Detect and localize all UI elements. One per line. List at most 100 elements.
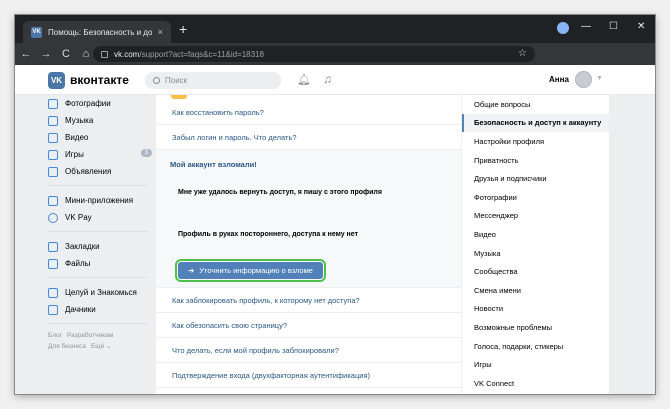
faq-expanded-question: Мой аккаунт взломали! Мне уже удалось ве… bbox=[156, 150, 461, 288]
vk-logo-icon[interactable]: VK bbox=[48, 72, 65, 89]
media-control-icon[interactable] bbox=[557, 22, 569, 34]
footer-link-more[interactable]: Ещё ⌄ bbox=[91, 343, 112, 350]
back-button[interactable]: ← bbox=[17, 48, 35, 60]
faq-question[interactable]: Подтверждение входа (двухфакторная аутен… bbox=[156, 363, 461, 388]
left-menu-item-music[interactable]: Музыка bbox=[48, 112, 158, 129]
category-privacy[interactable]: Приватность bbox=[462, 151, 609, 170]
browser-tab[interactable]: VK Помощь: Безопасность и досту × bbox=[23, 21, 171, 43]
vk-header: VK вконтакте Поиск 🔔︎ ♫ Анна ▼ bbox=[15, 65, 655, 95]
footer-links: Блог Разработчикам Для бизнеса Ещё ⌄ bbox=[48, 330, 158, 352]
category-communities[interactable]: Сообщества bbox=[462, 262, 609, 281]
site-name[interactable]: вконтакте bbox=[70, 73, 129, 87]
category-video[interactable]: Видео bbox=[462, 225, 609, 244]
menu-label: Файлы bbox=[65, 259, 91, 268]
video-icon bbox=[48, 132, 58, 143]
menu-divider bbox=[48, 277, 148, 278]
games-icon bbox=[48, 149, 58, 160]
left-menu-item-mini-apps[interactable]: Мини-приложения bbox=[48, 192, 158, 209]
category-music[interactable]: Музыка bbox=[462, 244, 609, 263]
expanded-question-title[interactable]: Мой аккаунт взломали! bbox=[170, 160, 449, 169]
app-icon bbox=[48, 304, 58, 315]
category-name-change[interactable]: Смена имени bbox=[462, 281, 609, 300]
music-player-icon[interactable]: ♫ bbox=[323, 72, 332, 86]
minimize-button[interactable]: — bbox=[581, 21, 591, 32]
menu-divider bbox=[48, 185, 148, 186]
footer-link-blog[interactable]: Блог bbox=[48, 332, 62, 339]
footer-link-developers[interactable]: Разработчикам bbox=[67, 332, 113, 339]
faq-question[interactable]: Что делать, если мой профиль заблокирова… bbox=[156, 338, 461, 363]
menu-label: Целуй и Знакомься bbox=[65, 288, 137, 297]
chevron-down-icon[interactable]: ▼ bbox=[596, 75, 603, 82]
category-games[interactable]: Игры bbox=[462, 355, 609, 374]
close-window-button[interactable]: ✕ bbox=[637, 21, 645, 32]
menu-label: VK Pay bbox=[65, 213, 92, 222]
menu-label: Мини-приложения bbox=[65, 196, 134, 205]
tab-title: Помощь: Безопасность и досту bbox=[48, 27, 152, 37]
left-menu-item-app-kiss[interactable]: Целуй и Знакомься bbox=[48, 284, 158, 301]
menu-label: Объявления bbox=[65, 167, 112, 176]
bookmarks-icon bbox=[48, 241, 58, 252]
expanded-option[interactable]: Мне уже удалось вернуть доступ, я пишу с… bbox=[178, 189, 449, 196]
maximize-button[interactable]: ☐ bbox=[609, 21, 618, 32]
category-general[interactable]: Общие вопросы bbox=[462, 95, 609, 114]
faq-content: Как восстановить пароль? Забыл логин и п… bbox=[156, 95, 461, 394]
menu-label: Закладки bbox=[65, 242, 100, 251]
vkpay-icon bbox=[48, 212, 58, 223]
expanded-option[interactable]: Профиль в руках постороннего, доступа к … bbox=[178, 231, 449, 238]
faq-question[interactable]: Как восстановить пароль? bbox=[156, 95, 461, 125]
url-text[interactable]: vk.com/support?act=faqs&c=11&id=18318 bbox=[114, 50, 264, 59]
games-counter-badge: 3 bbox=[140, 149, 152, 157]
button-label: Уточнить информацию о взломе bbox=[199, 266, 313, 275]
menu-divider bbox=[48, 231, 148, 232]
new-tab-button[interactable]: + bbox=[179, 22, 187, 36]
menu-label: Видео bbox=[65, 133, 89, 142]
avatar[interactable] bbox=[575, 71, 592, 88]
tab-close-icon[interactable]: × bbox=[158, 27, 163, 37]
category-problems[interactable]: Возможные проблемы bbox=[462, 318, 609, 337]
reload-button[interactable]: C bbox=[57, 48, 75, 60]
category-votes-gifts[interactable]: Голоса, подарки, стикеры bbox=[462, 337, 609, 356]
help-categories-menu: Общие вопросы Безопасность и доступ к ак… bbox=[462, 95, 609, 394]
category-vk-connect[interactable]: VK Connect bbox=[462, 374, 609, 393]
bookmark-star-icon[interactable]: ☆ bbox=[518, 48, 527, 59]
search-input[interactable]: Поиск bbox=[145, 72, 281, 89]
music-icon bbox=[48, 115, 58, 126]
footer-link-business[interactable]: Для бизнеса bbox=[48, 343, 86, 350]
lock-icon[interactable] bbox=[101, 50, 108, 58]
left-menu-item-app-dachniki[interactable]: Дачники bbox=[48, 301, 158, 318]
faq-question[interactable]: Как заблокировать профиль, к которому не… bbox=[156, 288, 461, 313]
browser-toolbar: ← → C ⌂ vk.com/support?act=faqs&c=11&id=… bbox=[15, 43, 655, 65]
menu-label: Дачники bbox=[65, 305, 96, 314]
left-menu-item-bookmarks[interactable]: Закладки bbox=[48, 238, 158, 255]
notifications-bell-icon[interactable]: 🔔︎ bbox=[297, 73, 311, 86]
menu-label: Игры bbox=[65, 150, 84, 159]
accent-marker bbox=[171, 95, 187, 99]
category-news[interactable]: Новости bbox=[462, 300, 609, 319]
files-icon bbox=[48, 258, 58, 269]
left-menu-item-video[interactable]: Видео bbox=[48, 129, 158, 146]
faq-question[interactable]: Как обезопасить свою страницу? bbox=[156, 313, 461, 338]
user-name[interactable]: Анна bbox=[549, 75, 569, 84]
address-bar[interactable]: vk.com/support?act=faqs&c=11&id=18318 ☆ bbox=[93, 46, 535, 62]
forward-button[interactable]: → bbox=[37, 48, 55, 60]
left-menu-item-games[interactable]: Игры 3 bbox=[48, 146, 158, 163]
category-friends[interactable]: Друзья и подписчики bbox=[462, 169, 609, 188]
left-menu-item-photos[interactable]: Фотографии bbox=[48, 95, 158, 112]
left-menu-item-ads[interactable]: Объявления bbox=[48, 163, 158, 180]
category-profile-settings[interactable]: Настройки профиля bbox=[462, 132, 609, 151]
menu-label: Фотографии bbox=[65, 99, 111, 108]
left-menu: Фотографии Музыка Видео Игры 3 Объявлени… bbox=[48, 95, 158, 352]
left-menu-item-files[interactable]: Файлы bbox=[48, 255, 158, 272]
faq-question[interactable]: Забыл логин и пароль. Что делать? bbox=[156, 125, 461, 150]
vk-favicon-icon: VK bbox=[31, 26, 42, 38]
browser-window: VK Помощь: Безопасность и досту × + — ☐ … bbox=[15, 15, 655, 394]
left-menu-item-vkpay[interactable]: VK Pay bbox=[48, 209, 158, 226]
search-placeholder: Поиск bbox=[165, 76, 188, 85]
category-photos[interactable]: Фотографии bbox=[462, 188, 609, 207]
category-security-active[interactable]: Безопасность и доступ к аккаунту bbox=[462, 113, 609, 133]
photo-icon bbox=[48, 98, 58, 109]
category-messenger[interactable]: Мессенджер bbox=[462, 207, 609, 226]
clarify-hack-info-button[interactable]: ➔ Уточнить информацию о взломе bbox=[175, 259, 326, 282]
ads-icon bbox=[48, 166, 58, 177]
app-icon bbox=[48, 287, 58, 298]
